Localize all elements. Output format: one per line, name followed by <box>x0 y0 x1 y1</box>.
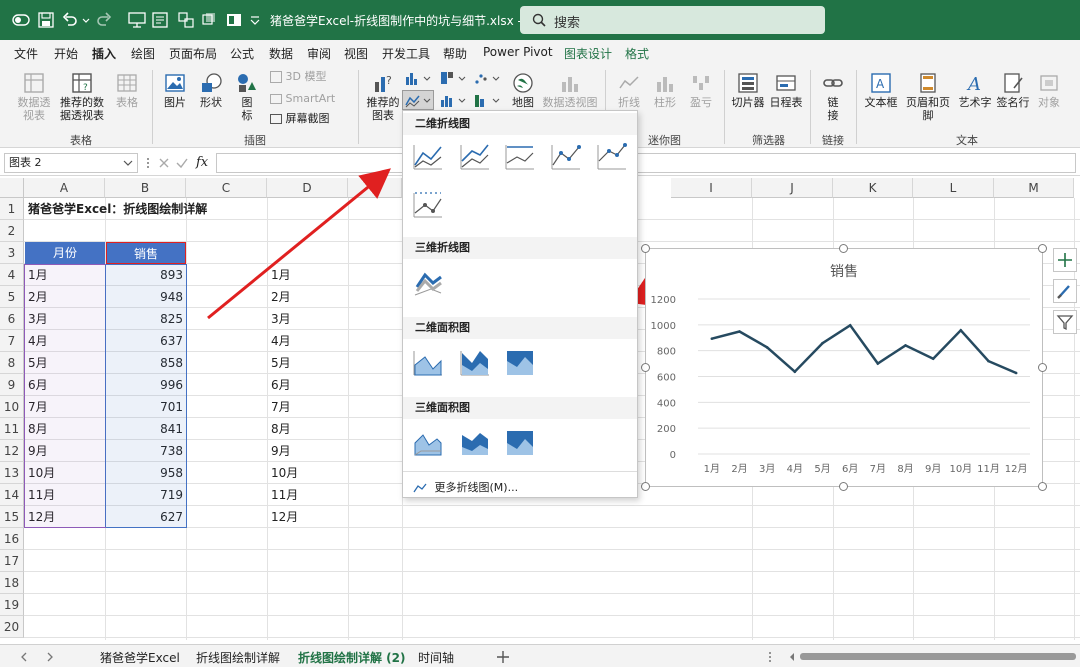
chart-title[interactable]: 销售 <box>830 264 858 280</box>
filter-icon <box>1056 315 1074 331</box>
sheet-tab-1[interactable]: 猪爸爸学Excel <box>100 649 180 666</box>
y-tick-label: 1000 <box>651 321 676 332</box>
x-tick-label: 5月 <box>814 463 830 475</box>
data-point[interactable] <box>848 324 852 327</box>
resize-handle[interactable] <box>1038 363 1047 372</box>
3d-area-icon[interactable] <box>411 427 445 459</box>
resize-handle[interactable] <box>1038 482 1047 491</box>
data-point[interactable] <box>987 359 990 363</box>
sheet-tab-2[interactable]: 折线图绘制详解 <box>196 649 280 666</box>
line-chart[interactable]: 销售 0 200 400 600 800 1000 1200 1月 2月 3月 4月 5月 6月 7月 8… <box>645 248 1043 487</box>
x-axis-ticks: 1月 2月 3月 4月 5月 6月 7月 8月 9月 10月 11月 12月 <box>704 463 1028 475</box>
resize-handle[interactable] <box>641 482 650 491</box>
percent-stacked-area-icon[interactable] <box>503 347 537 379</box>
3d-percent-stacked-area-icon[interactable] <box>503 427 537 459</box>
chart-canvas: 销售 0 200 400 600 800 1000 1200 1月 2月 3月 4月 5月 6月 7月 8… <box>651 264 1030 475</box>
3d-stacked-area-icon[interactable] <box>458 427 492 459</box>
area-chart-icon[interactable] <box>411 347 445 379</box>
x-tick-label: 4月 <box>787 463 803 475</box>
more-line-charts-label: 更多折线图(M)... <box>434 481 519 494</box>
data-point[interactable] <box>931 357 935 360</box>
y-tick-label: 0 <box>670 450 676 461</box>
x-tick-label: 7月 <box>870 463 886 475</box>
data-point[interactable] <box>959 328 963 332</box>
data-point[interactable] <box>765 346 769 349</box>
x-tick-label: 6月 <box>842 463 858 475</box>
3d-line-chart-icon[interactable] <box>411 267 445 299</box>
chart-styles-button[interactable] <box>1053 279 1077 303</box>
data-point[interactable] <box>738 330 741 333</box>
more-line-charts-item[interactable]: 更多折线图(M)... <box>413 479 518 495</box>
section-3d-line: 三维折线图 <box>403 237 637 259</box>
percent-line-markers-icon[interactable] <box>411 189 445 221</box>
data-point[interactable] <box>876 362 880 365</box>
y-axis-ticks: 0 200 400 600 800 1000 1200 <box>651 295 676 461</box>
resize-handle[interactable] <box>1038 244 1047 253</box>
stacked-area-icon[interactable] <box>458 347 492 379</box>
sheet-tab-3[interactable]: 折线图绘制详解 (2) <box>298 649 406 666</box>
resize-handle[interactable] <box>641 363 650 372</box>
add-sheet-icon[interactable] <box>496 650 510 664</box>
scroll-right-icon[interactable] <box>46 652 54 662</box>
horizontal-scrollbar[interactable] <box>800 653 1076 660</box>
series-points <box>710 324 1018 375</box>
data-point[interactable] <box>1014 371 1018 375</box>
x-tick-label: 8月 <box>897 463 913 475</box>
chart-elements-button[interactable] <box>1053 248 1077 272</box>
section-2d-area: 二维面积图 <box>403 317 637 339</box>
x-tick-label: 9月 <box>925 463 941 475</box>
percent-stacked-line-icon[interactable] <box>503 141 537 173</box>
resize-handle[interactable] <box>641 244 650 253</box>
resize-handle[interactable] <box>839 244 848 253</box>
y-tick-label: 1200 <box>651 295 676 306</box>
section-3d-area: 三维面积图 <box>403 397 637 419</box>
y-tick-label: 400 <box>657 398 676 409</box>
stacked-line-chart-icon[interactable] <box>458 141 492 173</box>
sales-series-line[interactable] <box>711 323 1017 375</box>
x-tick-label: 2月 <box>731 463 747 475</box>
menu-divider <box>403 471 637 472</box>
y-tick-label: 800 <box>657 347 676 358</box>
x-tick-label: 1月 <box>704 463 720 475</box>
x-tick-label: 10月 <box>949 463 972 475</box>
line-chart-icon[interactable] <box>411 141 445 173</box>
x-tick-label: 11月 <box>977 463 1000 475</box>
sheet-tab-4[interactable]: 时间轴 <box>418 649 454 666</box>
resize-handle[interactable] <box>839 482 848 491</box>
data-point[interactable] <box>710 337 714 340</box>
arrow-to-line-icon <box>207 168 391 320</box>
line-with-markers-icon[interactable] <box>549 141 583 173</box>
chart-filters-button[interactable] <box>1053 310 1077 334</box>
chart-gridlines <box>698 298 1030 455</box>
brush-icon <box>1057 285 1070 299</box>
sheet-tab-bar: 猪爸爸学Excel 折线图绘制详解 折线图绘制详解 (2) 时间轴 <box>0 644 1080 667</box>
more-options-icon[interactable] <box>768 651 772 663</box>
data-point[interactable] <box>904 344 907 347</box>
data-point[interactable] <box>793 370 797 374</box>
scroll-left-icon[interactable] <box>20 652 28 662</box>
more-charts-icon <box>413 483 427 493</box>
stacked-line-markers-icon[interactable] <box>595 141 629 173</box>
excel-window: 猪爸爸学Excel-折线图制作中的坑与细节.xlsx - Ex... 搜索 文件… <box>0 0 1080 667</box>
section-2d-line: 二维折线图 <box>403 113 637 135</box>
data-point[interactable] <box>821 341 824 345</box>
y-tick-label: 200 <box>657 424 676 435</box>
x-tick-label: 12月 <box>1005 463 1028 475</box>
x-tick-label: 3月 <box>759 463 775 475</box>
line-chart-gallery: 二维折线图 三维折线图 二维面积图 三维面积图 更多折线图(M)... <box>402 110 638 498</box>
y-tick-label: 600 <box>657 373 676 384</box>
hscroll-left-icon[interactable] <box>788 652 796 662</box>
plus-icon <box>1058 253 1072 267</box>
